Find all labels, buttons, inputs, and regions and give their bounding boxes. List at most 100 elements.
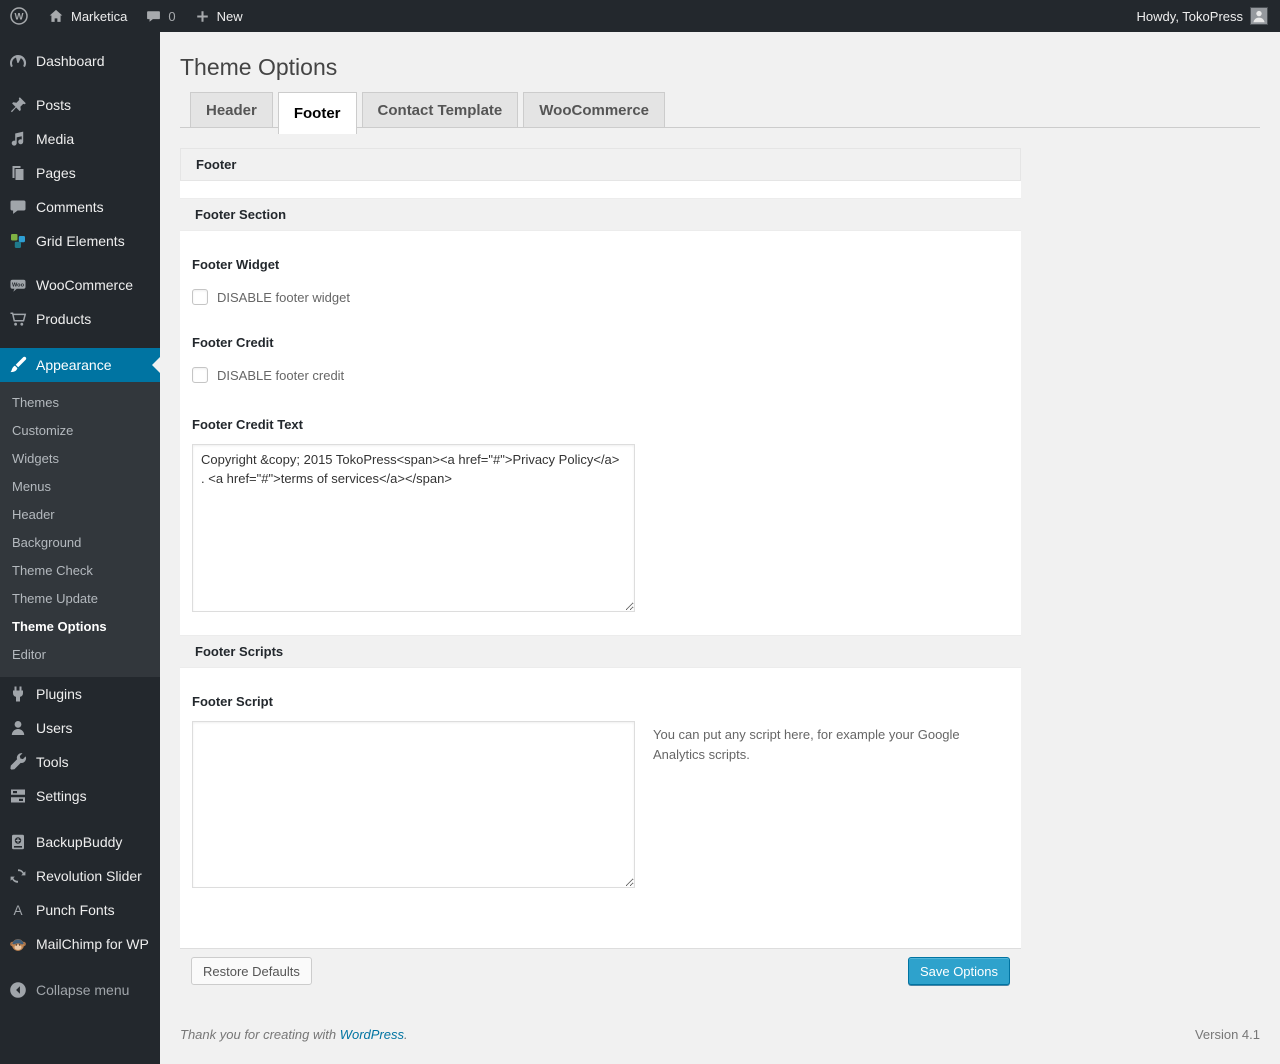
sidebar-item-label: Pages <box>36 165 76 181</box>
footer-credit-label: Footer Credit <box>192 335 274 350</box>
appearance-brush-icon <box>8 355 28 375</box>
sidebar-item-label: Dashboard <box>36 53 105 69</box>
comments-pending-link[interactable]: 0 <box>136 0 184 32</box>
disable-footer-widget-checkbox[interactable] <box>192 289 208 305</box>
tab-footer[interactable]: Footer <box>277 92 357 134</box>
media-icon <box>8 129 28 149</box>
submenu-item-editor[interactable]: Editor <box>0 641 160 669</box>
tab-header[interactable]: Header <box>190 92 273 128</box>
page-title: Theme Options <box>180 54 338 80</box>
submenu-item-menus[interactable]: Menus <box>0 473 160 501</box>
revolution-slider-icon <box>8 866 28 886</box>
submenu-item-theme-options[interactable]: Theme Options <box>0 613 160 641</box>
submenu-item-header[interactable]: Header <box>0 501 160 529</box>
section-header-footer-section: Footer Section <box>180 198 1021 231</box>
sidebar-item-woocommerce[interactable]: Woo WooCommerce <box>0 268 160 302</box>
sidebar-item-label: Media <box>36 131 75 147</box>
account-menu[interactable]: Howdy, TokoPress <box>1136 7 1280 25</box>
sidebar-item-label: Punch Fonts <box>36 902 115 918</box>
group-title-footer: Footer <box>180 148 1021 181</box>
wordpress-menu-button[interactable]: W <box>0 0 38 32</box>
sidebar-item-label: Appearance <box>36 357 112 373</box>
sidebar-item-revolution-slider[interactable]: Revolution Slider <box>0 859 160 893</box>
sidebar-item-comments[interactable]: Comments <box>0 190 160 224</box>
footer-credit-text-label: Footer Credit Text <box>192 417 303 432</box>
footer-script-textarea[interactable] <box>192 721 635 888</box>
sidebar-item-mailchimp[interactable]: MailChimp for WP <box>0 927 160 961</box>
sidebar-item-dashboard[interactable]: Dashboard <box>0 44 160 78</box>
sidebar-item-label: Plugins <box>36 686 82 702</box>
menu-separator <box>0 258 160 268</box>
collapse-arrow-icon <box>8 980 28 1000</box>
tab-contact-template[interactable]: Contact Template <box>361 92 519 128</box>
sidebar-item-label: Collapse menu <box>36 982 130 998</box>
sidebar-item-tools[interactable]: Tools <box>0 745 160 779</box>
sidebar-item-users[interactable]: Users <box>0 711 160 745</box>
sidebar-item-label: Grid Elements <box>36 233 125 249</box>
svg-text:W: W <box>15 12 24 23</box>
comment-bubble-icon <box>145 8 162 25</box>
collapse-menu-button[interactable]: Collapse menu <box>0 973 160 1007</box>
svg-text:Woo: Woo <box>12 283 25 289</box>
sidebar-item-settings[interactable]: Settings <box>0 779 160 813</box>
submenu-item-theme-check[interactable]: Theme Check <box>0 557 160 585</box>
panel-gap <box>180 181 1021 198</box>
woocommerce-icon: Woo <box>8 275 28 295</box>
footer-credit-text-textarea[interactable]: Copyright &copy; 2015 TokoPress<span><a … <box>192 444 635 612</box>
sidebar-item-media[interactable]: Media <box>0 122 160 156</box>
sidebar-item-products[interactable]: Products <box>0 302 160 336</box>
wordpress-link[interactable]: WordPress <box>340 1027 404 1042</box>
admin-bar-left: W Marketica 0 New <box>0 0 252 32</box>
grid-elements-icon <box>8 231 28 251</box>
cart-icon <box>8 309 28 329</box>
wordpress-logo-icon: W <box>9 6 29 26</box>
sidebar-item-label: Comments <box>36 199 104 215</box>
pushpin-icon <box>8 95 28 115</box>
disable-footer-credit-label: DISABLE footer credit <box>217 367 345 383</box>
svg-text:A: A <box>13 903 22 918</box>
thanks-text: Thank you for creating with <box>180 1027 337 1042</box>
tabs-bar: Header Footer Contact Template WooCommer… <box>180 92 1260 134</box>
pages-icon <box>8 163 28 183</box>
sidebar-item-plugins[interactable]: Plugins <box>0 677 160 711</box>
footer-script-label: Footer Script <box>192 694 273 709</box>
thanks-period: . <box>404 1027 408 1042</box>
footer-widget-label: Footer Widget <box>192 257 280 272</box>
tab-woocommerce[interactable]: WooCommerce <box>523 92 666 128</box>
users-icon <box>8 718 28 738</box>
admin-bar: W Marketica 0 New Howdy, TokoPress <box>0 0 1280 32</box>
avatar <box>1250 7 1268 25</box>
sidebar-item-pages[interactable]: Pages <box>0 156 160 190</box>
disable-footer-credit-checkbox[interactable] <box>192 367 208 383</box>
sidebar-item-label: MailChimp for WP <box>36 936 149 952</box>
submenu-item-theme-update[interactable]: Theme Update <box>0 585 160 613</box>
comments-icon <box>8 197 28 217</box>
menu-separator <box>0 78 160 88</box>
submenu-item-widgets[interactable]: Widgets <box>0 445 160 473</box>
mailchimp-icon <box>8 934 28 954</box>
panel-button-bar: Restore Defaults Save Options <box>180 948 1021 993</box>
sidebar-item-punch-fonts[interactable]: A Punch Fonts <box>0 893 160 927</box>
theme-options-panel: Footer Footer Section Footer Widget DISA… <box>180 148 1021 993</box>
sidebar-item-label: Revolution Slider <box>36 868 142 884</box>
submenu-item-background[interactable]: Background <box>0 529 160 557</box>
sidebar-item-backupbuddy[interactable]: BackupBuddy <box>0 825 160 859</box>
submenu-item-customize[interactable]: Customize <box>0 417 160 445</box>
sidebar-item-posts[interactable]: Posts <box>0 88 160 122</box>
version-label: Version 4.1 <box>1194 1027 1260 1042</box>
restore-defaults-button[interactable]: Restore Defaults <box>191 957 312 985</box>
footer-section-body: Footer Widget DISABLE footer widget Foot… <box>180 231 1021 635</box>
sidebar-item-label: Posts <box>36 97 72 113</box>
save-options-button[interactable]: Save Options <box>907 957 1010 985</box>
sidebar-item-appearance[interactable]: Appearance <box>0 348 160 382</box>
submenu-item-themes[interactable]: Themes <box>0 389 160 417</box>
howdy-label: Howdy, TokoPress <box>1136 8 1243 24</box>
menu-separator <box>0 336 160 348</box>
footer-thanks: Thank you for creating with WordPress. <box>180 1027 408 1042</box>
sidebar-item-grid-elements[interactable]: Grid Elements <box>0 224 160 258</box>
sidebar-item-label: Users <box>36 720 73 736</box>
new-content-button[interactable]: New <box>185 0 252 32</box>
site-name-link[interactable]: Marketica <box>38 0 136 32</box>
sidebar-item-label: Products <box>36 311 92 327</box>
dashboard-icon <box>8 51 28 71</box>
